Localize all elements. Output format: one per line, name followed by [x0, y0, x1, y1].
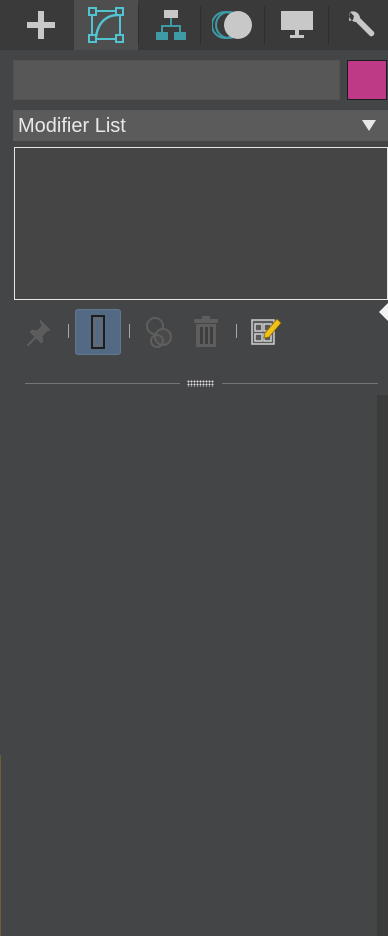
configure-modifier-sets-button[interactable]: [243, 309, 289, 355]
parameters-scrollbar[interactable]: [377, 395, 388, 936]
motion-icon: [212, 11, 252, 39]
panel-edge: [0, 755, 1, 936]
rollout-drag-handle[interactable]: [187, 380, 214, 387]
modify-curve-icon: [88, 7, 124, 43]
display-monitor-icon: [281, 11, 313, 38]
remove-modifier-button[interactable]: [183, 309, 229, 355]
modifier-stack-list[interactable]: [14, 147, 388, 300]
pin-icon: [26, 319, 51, 347]
tab-motion[interactable]: [201, 0, 265, 50]
chevron-down-icon[interactable]: [362, 120, 376, 131]
rollout-divider: [222, 383, 378, 384]
tab-create[interactable]: [9, 0, 73, 50]
modifier-list-dropdown[interactable]: Modifier List: [13, 110, 388, 141]
object-name-field[interactable]: [13, 60, 340, 100]
tab-display[interactable]: [265, 0, 329, 50]
tab-modify[interactable]: [74, 0, 138, 50]
object-color-swatch[interactable]: [347, 60, 387, 100]
modifier-stack-toolbar: [0, 305, 388, 361]
tab-utilities[interactable]: [329, 0, 388, 50]
plus-icon: [27, 11, 55, 39]
pin-stack-button[interactable]: [15, 309, 61, 355]
make-unique-icon: [146, 317, 172, 348]
modifier-list-label: Modifier List: [18, 115, 126, 137]
command-panel-tabs: [0, 0, 388, 50]
trash-icon: [194, 316, 218, 347]
wrench-icon: [349, 11, 375, 37]
end-result-icon: [91, 315, 105, 349]
hierarchy-icon: [156, 10, 186, 40]
rollout-divider: [25, 383, 180, 384]
make-unique-button[interactable]: [137, 309, 183, 355]
tab-hierarchy[interactable]: [139, 0, 203, 50]
configure-sets-icon: [251, 318, 282, 345]
show-end-result-button[interactable]: [75, 309, 121, 355]
